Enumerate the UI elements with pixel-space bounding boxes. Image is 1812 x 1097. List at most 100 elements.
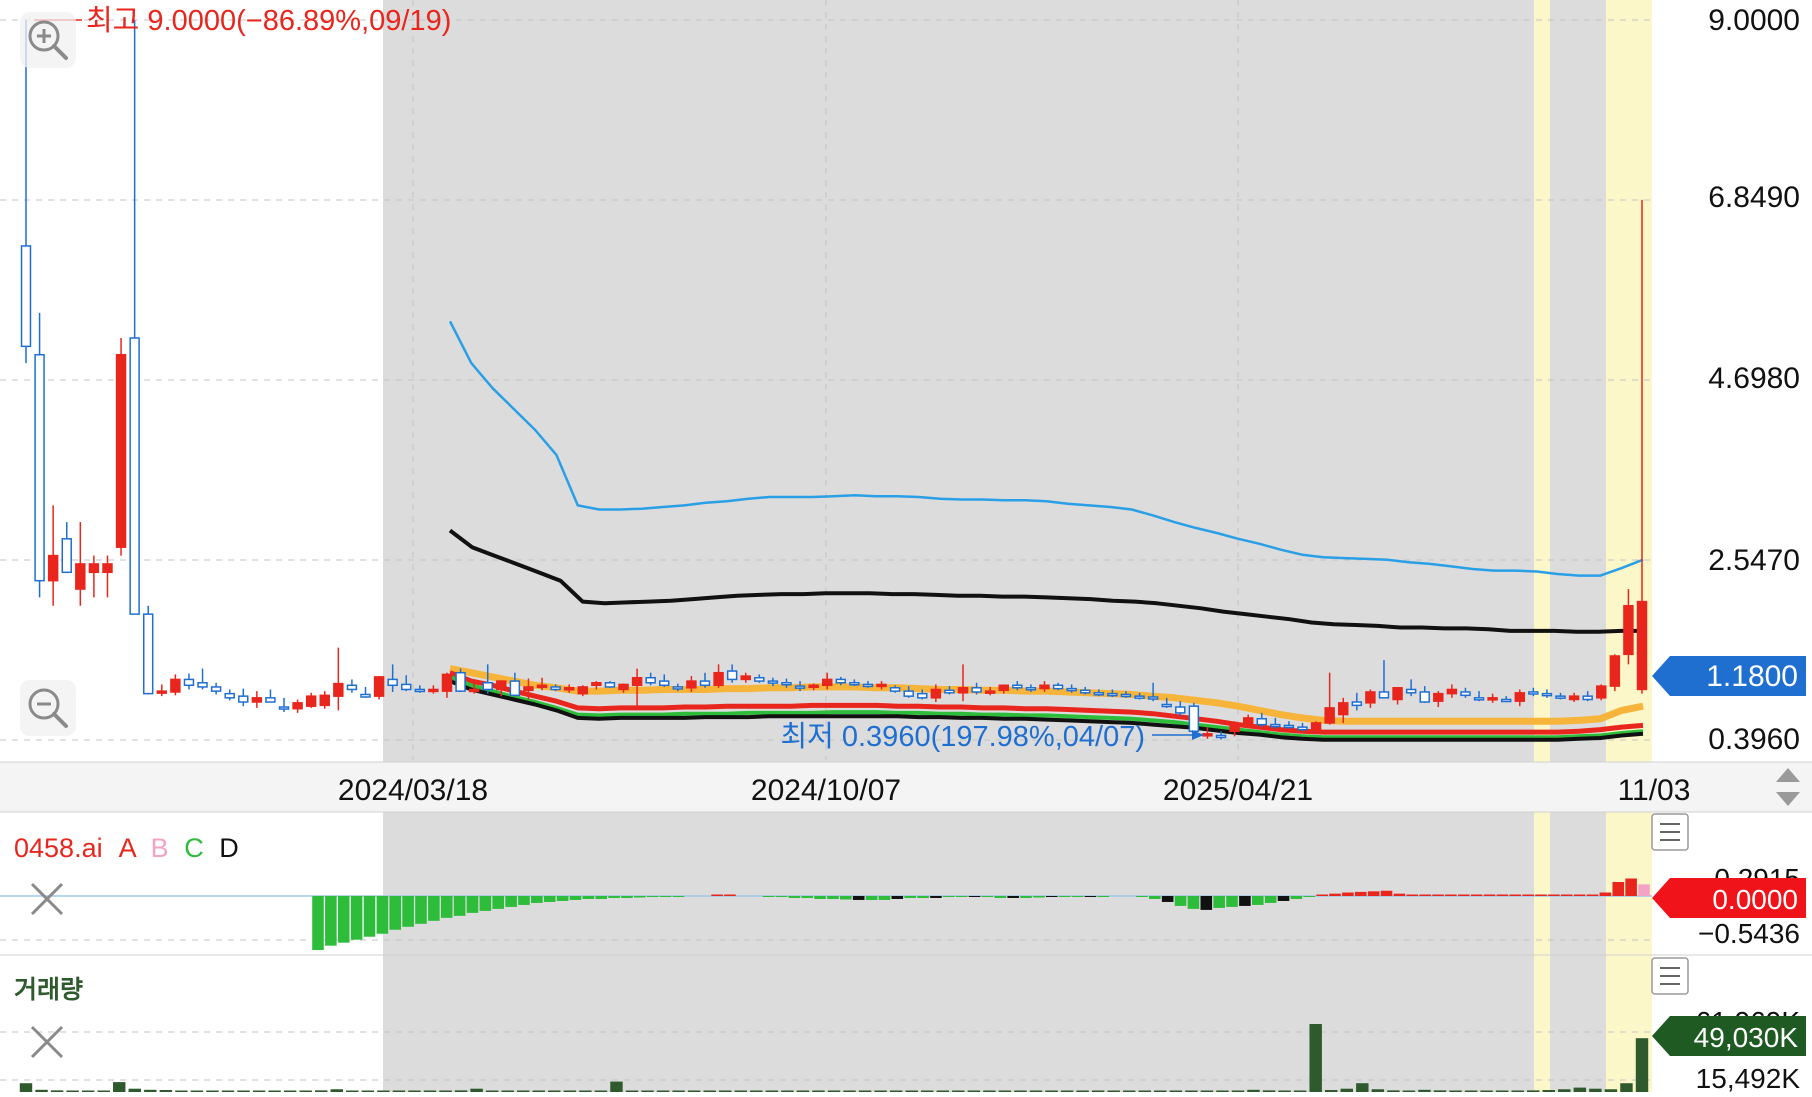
- indicator-bar: [891, 896, 904, 899]
- volume-bar: [1356, 1083, 1369, 1092]
- close-icon[interactable]: [30, 882, 64, 916]
- candle-body: [1256, 717, 1267, 726]
- candle-body: [713, 671, 724, 687]
- indicator-bar: [1200, 896, 1213, 910]
- volume-tick: 15,492K: [1696, 1063, 1801, 1092]
- indicator-legend: 0458.ai A B C D: [14, 833, 239, 863]
- indicator-bar: [376, 896, 389, 934]
- scroll-arrows-icon[interactable]: [1766, 764, 1810, 810]
- candle-body: [862, 683, 874, 688]
- candle-body: [1052, 684, 1064, 690]
- candle-body: [1297, 726, 1308, 731]
- candle-body: [197, 682, 208, 688]
- candle-body: [1636, 600, 1648, 691]
- candle-body: [1378, 691, 1390, 699]
- candle-body: [1433, 692, 1444, 702]
- indicator-bar: [1586, 894, 1599, 896]
- zoom-in-icon[interactable]: [20, 12, 76, 68]
- menu-icon[interactable]: [1651, 813, 1689, 851]
- candle-body: [686, 680, 697, 689]
- candle-body: [1419, 691, 1430, 703]
- low-annotation-label: 최저 0.3960(197.98%,04/07): [780, 721, 1145, 753]
- indicator-bar: [1354, 891, 1367, 896]
- stock-chart[interactable]: 9.0000 6.8490 4.6980 2.5470 0.3960 1.180…: [0, 0, 1812, 1094]
- candle-body: [1107, 692, 1118, 697]
- indicator-bar: [1599, 892, 1612, 896]
- candle-body: [401, 683, 412, 691]
- candle-body: [1283, 724, 1295, 729]
- shaded-region: [383, 0, 1652, 1092]
- indicator-bar: [1174, 896, 1187, 906]
- candle-body: [1623, 605, 1634, 656]
- candle-body: [998, 684, 1009, 692]
- candle-body: [1460, 691, 1471, 697]
- price-tick: 0.3960: [1708, 723, 1800, 756]
- candle-body: [75, 563, 86, 590]
- indicator-bar: [852, 896, 865, 900]
- candle-body: [903, 690, 914, 697]
- candle-body: [1079, 689, 1091, 694]
- date-label: 2024/10/07: [751, 774, 901, 807]
- candle-body: [251, 697, 263, 703]
- legend-a: A: [119, 833, 137, 863]
- candle-body: [1161, 703, 1172, 708]
- price-tick: 9.0000: [1708, 4, 1800, 37]
- zoom-out-icon[interactable]: [20, 680, 76, 736]
- candle-body: [699, 680, 711, 687]
- indicator-bar: [1033, 896, 1045, 898]
- volume-bar: [1635, 1038, 1649, 1092]
- close-icon[interactable]: [30, 1025, 64, 1059]
- indicator-bar: [479, 896, 492, 911]
- candle-body: [984, 690, 996, 694]
- indicator-bar: [1560, 894, 1573, 896]
- candle-body: [387, 678, 398, 687]
- indicator-bar: [646, 896, 659, 897]
- price-tick: 2.5470: [1708, 544, 1800, 577]
- candle-body: [1025, 687, 1037, 691]
- candle-body: [1528, 691, 1539, 695]
- menu-icon[interactable]: [1651, 957, 1689, 995]
- indicator-bar: [1535, 894, 1547, 896]
- indicator-bar: [801, 896, 813, 898]
- volume-bar: [1620, 1083, 1633, 1092]
- indicator-bar: [312, 896, 324, 950]
- candle-body: [591, 682, 602, 687]
- volume-value-badge: 49,030K: [1652, 1016, 1806, 1056]
- candle-body: [889, 687, 901, 692]
- indicator-bar: [1419, 894, 1431, 896]
- indicator-bar: [878, 896, 891, 900]
- indicator-bar: [1329, 893, 1341, 896]
- candle-body: [1039, 684, 1050, 690]
- candle-body: [1202, 733, 1213, 737]
- indicator-bar: [827, 896, 839, 899]
- indicator-bar: [1084, 896, 1097, 897]
- candle-body: [34, 353, 45, 582]
- indicator-bar: [955, 896, 968, 897]
- candle-body: [1365, 691, 1376, 704]
- volume-title: 거래량: [14, 976, 83, 1004]
- indicator-bar: [775, 896, 788, 897]
- candle-body: [957, 687, 969, 694]
- indicator-bar: [518, 896, 530, 905]
- candle-body: [1514, 692, 1526, 702]
- indicator-bar: [492, 896, 505, 909]
- indicator-bar: [981, 896, 994, 897]
- indicator-bar: [1496, 894, 1509, 896]
- date-label: 2025/04/21: [1163, 774, 1313, 807]
- candle-body: [20, 245, 32, 348]
- indicator-bar: [1226, 896, 1238, 907]
- svg-text:0458.ai A: 0458.ai A B C D: [14, 833, 239, 863]
- candle-body: [238, 695, 249, 703]
- date-label: 11/03: [1618, 774, 1691, 807]
- volume-bar: [1573, 1087, 1587, 1092]
- indicator-bar: [659, 896, 672, 897]
- candle-body: [536, 684, 548, 689]
- candle-body: [1188, 705, 1200, 733]
- indicator-bar: [1277, 896, 1290, 901]
- chart-canvas[interactable]: 9.0000 6.8490 4.6980 2.5470 0.3960 1.180…: [0, 0, 1812, 1094]
- volume-bar: [1309, 1024, 1322, 1092]
- price-tick: 6.8490: [1708, 181, 1800, 214]
- candle-body: [1568, 695, 1580, 701]
- indicator-bar: [1367, 891, 1380, 896]
- indicator-bar: [337, 896, 350, 943]
